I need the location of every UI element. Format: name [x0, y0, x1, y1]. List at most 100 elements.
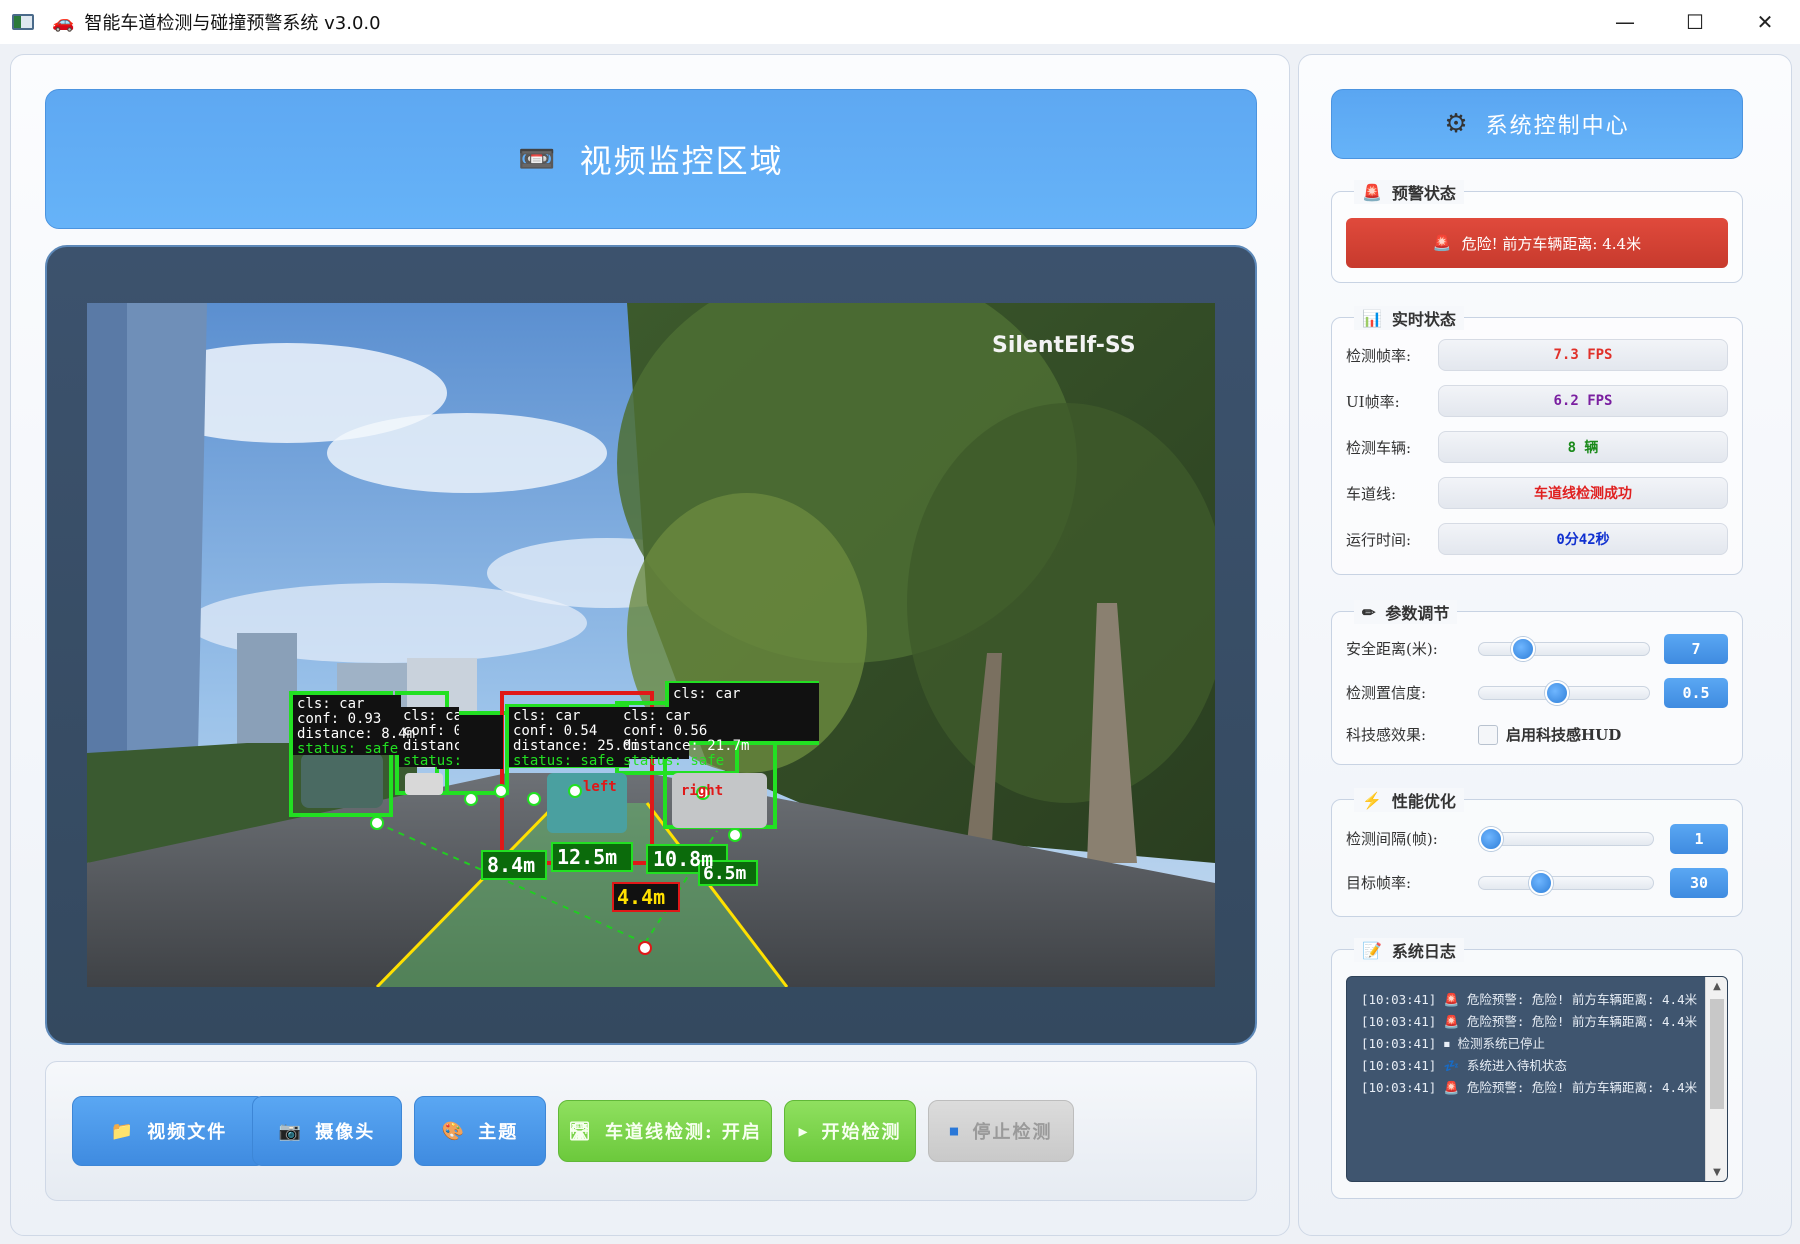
alert-section-title: 预警状态 [1391, 184, 1456, 203]
lane-label-left: left [583, 779, 617, 795]
close-button[interactable]: ✕ [1730, 0, 1800, 44]
play-icon: ▸ [798, 1120, 810, 1142]
pen-icon: ✏ [1362, 602, 1376, 622]
log-section-title: 系统日志 [1391, 942, 1456, 961]
confidence-slider[interactable] [1478, 681, 1650, 705]
video-monitor-icon: 📼 [518, 141, 558, 177]
road-icon: 🛣 [568, 1120, 593, 1142]
realtime-status-group: 📊 实时状态 检测帧率: 7.3 FPS UI帧率: 6.2 FPS 检测车辆:… [1331, 306, 1743, 575]
lightning-icon: ⚡ [1362, 790, 1382, 810]
target-fps-slider[interactable] [1478, 871, 1654, 895]
detection-label-3: cls: car conf: 0.54 distance: 25.0m stat… [513, 708, 640, 769]
log-entry: [10:03:41] 🚨 危险预警: 危险! 前方车辆距离: 4.4米 [1361, 1080, 1698, 1095]
scroll-down-icon[interactable]: ▼ [1706, 1163, 1727, 1181]
theme-button[interactable]: 🎨 主题 [414, 1096, 546, 1166]
maximize-button[interactable]: ☐ [1660, 0, 1730, 44]
log-textbox[interactable]: [10:03:41] 🚨 危险预警: 危险! 前方车辆距离: 4.4米 [10:… [1346, 976, 1728, 1182]
detect-fps-value: 7.3 FPS [1438, 339, 1728, 371]
lane-status-value: 车道线检测成功 [1438, 477, 1728, 509]
alert-text: 危险! 前方车辆距离: 4.4米 [1461, 234, 1642, 253]
gear-icon: ⚙ [1444, 109, 1470, 139]
alert-status-group: 🚨 预警状态 🚨 危险! 前方车辆距离: 4.4米 [1331, 180, 1743, 283]
siren-icon: 🚨 [1432, 234, 1452, 252]
log-scrollbar[interactable]: ▲ ▼ [1705, 977, 1727, 1181]
window-title: 智能车道检测与碰撞预警系统 v3.0.0 [84, 13, 381, 34]
detect-interval-slider-handle[interactable] [1479, 827, 1503, 851]
status-row: 车道线: 车道线检测成功 [1346, 476, 1728, 510]
log-entry: [10:03:41] ⏹ 检测系统已停止 [1361, 1036, 1546, 1051]
control-panel: ⚙ 系统控制中心 🚨 预警状态 🚨 危险! 前方车辆距离: 4.4米 📊 实时状… [1298, 54, 1792, 1236]
lane-label-right: right [681, 783, 724, 799]
status-row: 运行时间: 0分42秒 [1346, 522, 1728, 556]
stop-detection-button[interactable]: ⏹ 停止检测 [928, 1100, 1074, 1162]
siren-icon: 🚨 [1362, 182, 1382, 202]
detect-interval-value[interactable]: 1 [1670, 824, 1728, 854]
hud-checkbox-label: 启用科技感HUD [1506, 726, 1622, 744]
detect-interval-slider[interactable] [1478, 827, 1654, 851]
distance-label-nearest: 4.4m [617, 885, 666, 909]
memo-icon: 📝 [1362, 940, 1382, 960]
status-row: UI帧率: 6.2 FPS [1346, 384, 1728, 418]
video-panel: 📼 视频监控区域 SilentElf-SS cls: car conf: 0.9… [10, 54, 1290, 1236]
runtime-value: 0分42秒 [1438, 523, 1728, 555]
detection-label-5: cls: car conf: 0.56 distance: 21.7m stat… [623, 708, 750, 769]
palette-icon: 🎨 [441, 1120, 467, 1142]
confidence-slider-handle[interactable] [1545, 681, 1569, 705]
control-button-bar: 📁 视频文件 📷 摄像头 🎨 主题 🛣 车道线检测: 开启 ▸ 开始检测 ⏹ 停… [45, 1061, 1257, 1201]
detect-interval-label: 检测间隔(帧): [1346, 830, 1438, 848]
minimize-button[interactable]: — [1590, 0, 1660, 44]
log-entry: [10:03:41] 💤 系统进入待机状态 [1361, 1058, 1567, 1073]
detection-label-4: cls: car [673, 686, 741, 702]
distance-label-1: 8.4m [487, 853, 536, 877]
hud-checkbox[interactable] [1478, 724, 1498, 745]
performance-group: ⚡ 性能优化 检测间隔(帧): 1 目标帧率: 30 [1331, 788, 1743, 917]
confidence-value[interactable]: 0.5 [1664, 678, 1728, 708]
video-frame: SilentElf-SS cls: car conf: 0.93 distanc… [45, 245, 1257, 1045]
vehicle-count-value: 8 辆 [1438, 431, 1728, 463]
safe-distance-value[interactable]: 7 [1664, 634, 1728, 664]
video-watermark: SilentElf-SS [992, 333, 1136, 358]
camera-icon: 📷 [278, 1120, 304, 1142]
hud-checkbox-row[interactable]: 启用科技感HUD [1478, 724, 1621, 745]
camera-button[interactable]: 📷 摄像头 [252, 1096, 402, 1166]
video-display: SilentElf-SS cls: car conf: 0.93 distanc… [87, 303, 1215, 987]
safe-distance-label: 安全距离(米): [1346, 640, 1438, 658]
status-row: 检测车辆: 8 辆 [1346, 430, 1728, 464]
control-center-title: 系统控制中心 [1485, 114, 1630, 139]
detection-label-1: cls: car conf: 0.93 distance: 8.4m statu… [297, 696, 416, 757]
tech-effect-label: 科技感效果: [1346, 726, 1427, 744]
safe-distance-slider[interactable] [1478, 637, 1650, 661]
video-file-button[interactable]: 📁 视频文件 [72, 1096, 266, 1166]
video-header: 📼 视频监控区域 [45, 89, 1257, 229]
target-fps-slider-handle[interactable] [1529, 871, 1553, 895]
realtime-section-title: 实时状态 [1391, 310, 1456, 329]
system-log-group: 📝 系统日志 [10:03:41] 🚨 危险预警: 危险! 前方车辆距离: 4.… [1331, 938, 1743, 1199]
log-scrollbar-thumb[interactable] [1710, 999, 1724, 1109]
alert-banner: 🚨 危险! 前方车辆距离: 4.4米 [1346, 218, 1728, 268]
lane-detection-toggle-button[interactable]: 🛣 车道线检测: 开启 [558, 1100, 772, 1162]
distance-label-2: 12.5m [557, 845, 618, 869]
parameter-group: ✏ 参数调节 安全距离(米): 7 检测置信度: 0.5 科技感效果: 启用科技… [1331, 600, 1743, 765]
log-entry: [10:03:41] 🚨 危险预警: 危险! 前方车辆距离: 4.4米 [1361, 1014, 1698, 1029]
car-icon: 🚗 [52, 11, 75, 33]
stop-icon: ⏹ [949, 1120, 961, 1142]
status-row: 检测帧率: 7.3 FPS [1346, 338, 1728, 372]
ui-fps-value: 6.2 FPS [1438, 385, 1728, 417]
log-entry: [10:03:41] 🚨 危险预警: 危险! 前方车辆距离: 4.4米 [1361, 992, 1698, 1007]
target-fps-value[interactable]: 30 [1670, 868, 1728, 898]
video-header-title: 视频监控区域 [579, 142, 784, 180]
folder-icon: 📁 [110, 1120, 136, 1142]
control-center-header: ⚙ 系统控制中心 [1331, 89, 1743, 159]
confidence-label: 检测置信度: [1346, 684, 1427, 702]
bar-chart-icon: 📊 [1362, 308, 1382, 328]
detection-label-2: cls: car conf: 0.7 distance: status: s [403, 709, 459, 769]
target-fps-label: 目标帧率: [1346, 874, 1412, 892]
perf-section-title: 性能优化 [1391, 792, 1456, 811]
safe-distance-slider-handle[interactable] [1511, 637, 1535, 661]
window-titlebar: 🚗 智能车道检测与碰撞预警系统 v3.0.0 — ☐ ✕ [0, 0, 1800, 44]
distance-label-4: 6.5m [703, 863, 747, 884]
params-section-title: 参数调节 [1385, 604, 1450, 623]
scroll-up-icon[interactable]: ▲ [1706, 977, 1727, 995]
start-detection-button[interactable]: ▸ 开始检测 [784, 1100, 916, 1162]
app-icon [12, 14, 34, 30]
